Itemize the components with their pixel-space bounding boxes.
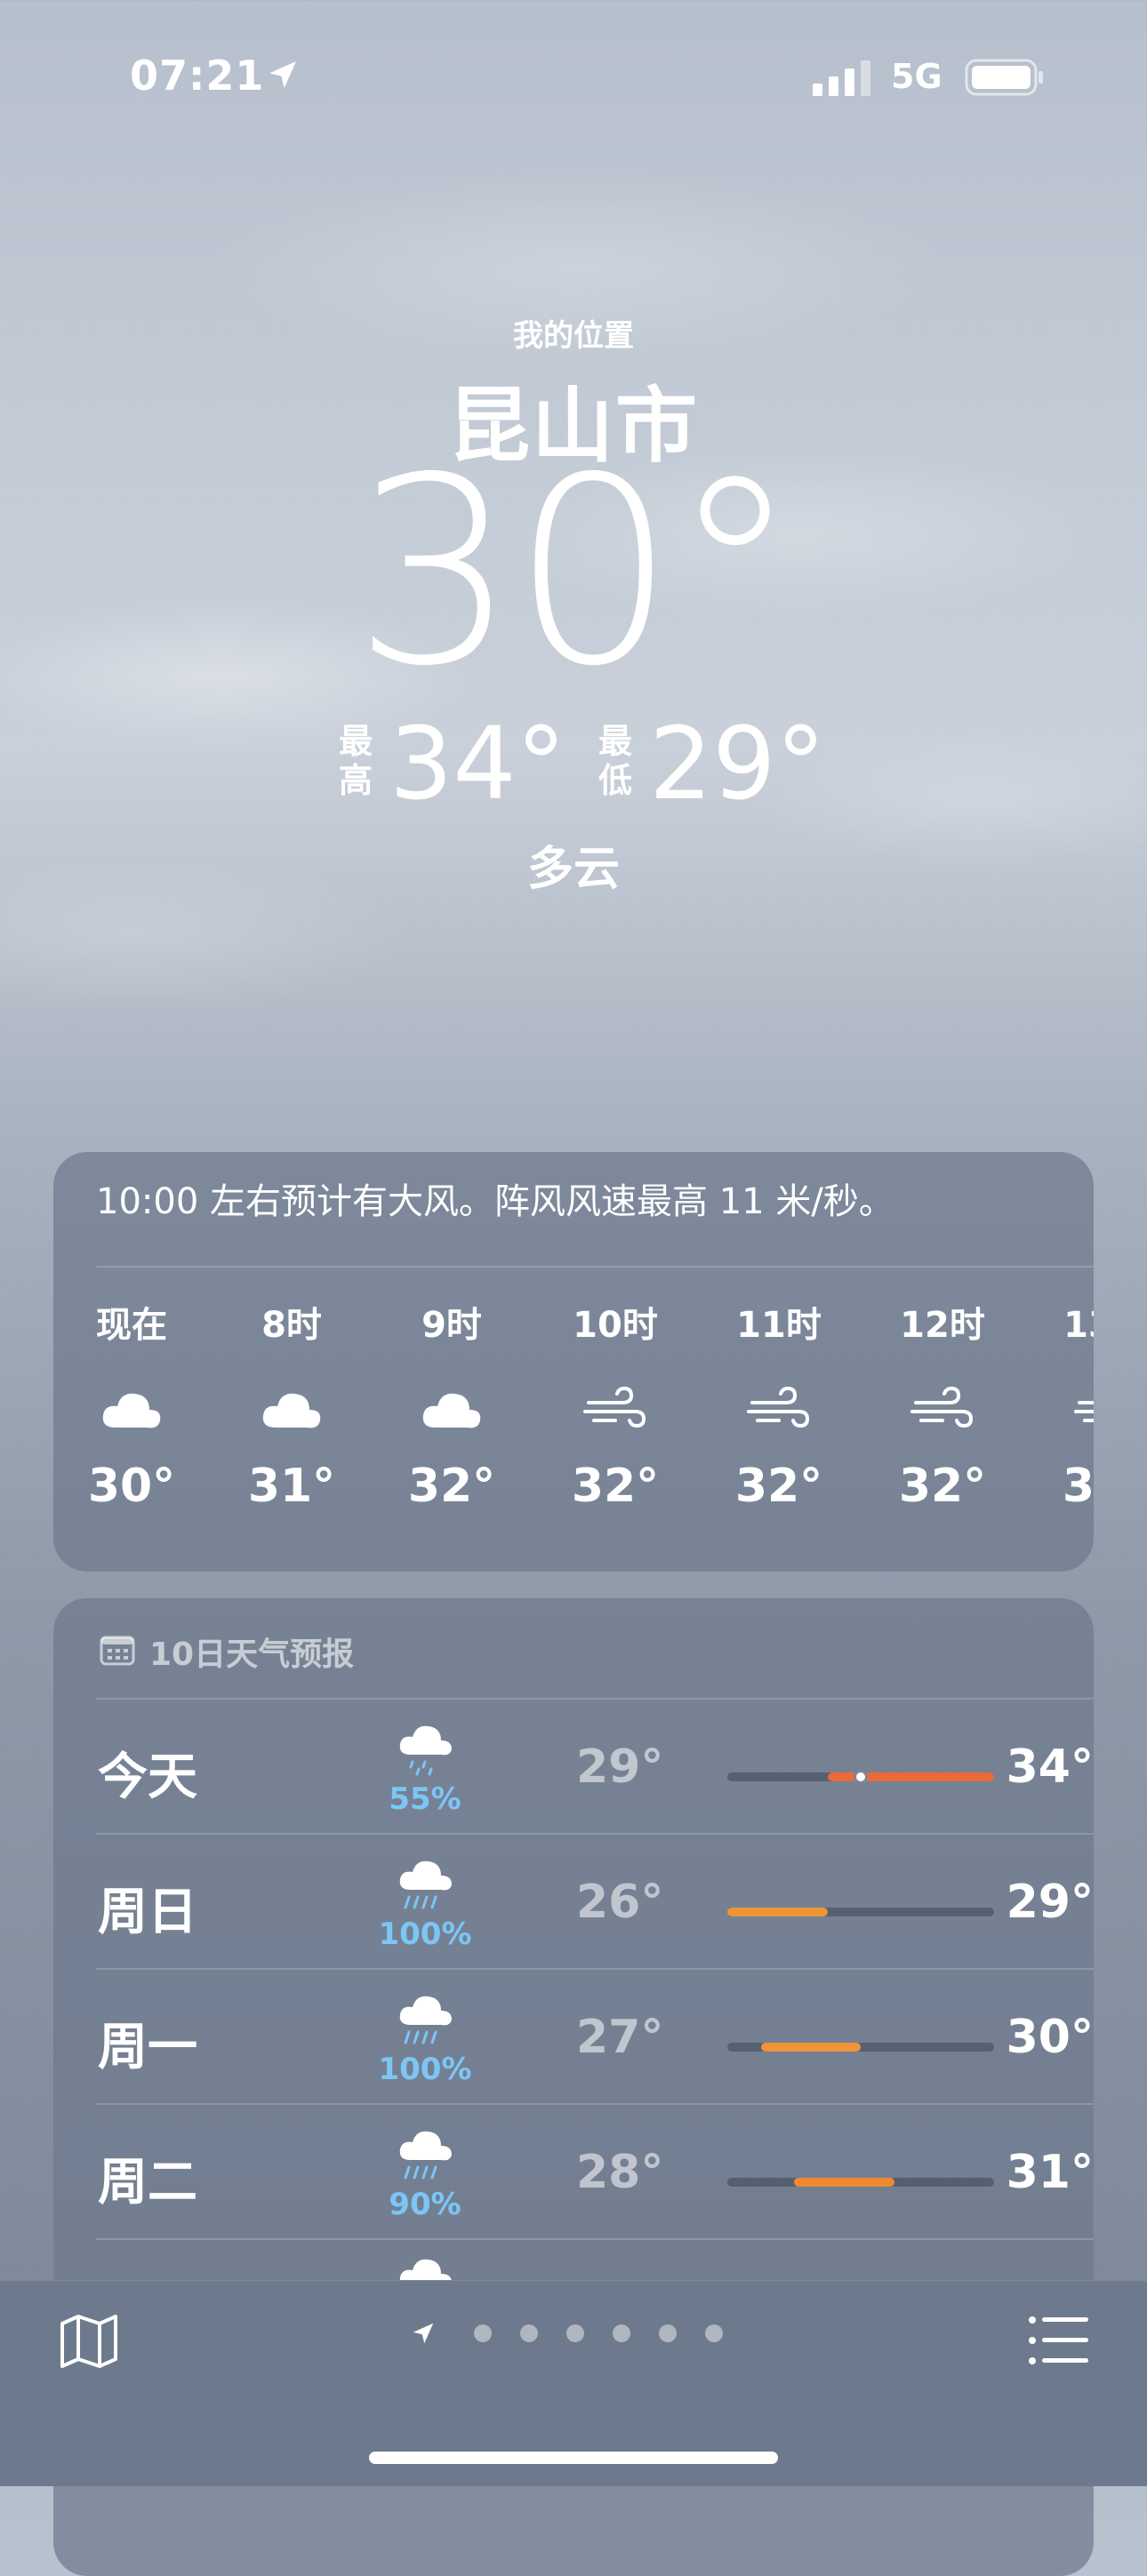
current-temperature: 30°	[352, 423, 799, 723]
hour-temp: 30°	[87, 1460, 176, 1513]
precip-chance: 100%	[378, 1916, 472, 1952]
hour-temp: 32°	[734, 1460, 823, 1513]
day-label: 周二	[98, 2154, 197, 2212]
page-dot[interactable]	[612, 2324, 630, 2342]
low-temp: 29°	[576, 1740, 664, 1794]
location-label: 我的位置	[513, 318, 634, 354]
hour-label: 11时	[736, 1305, 822, 1346]
high-label: 最高	[338, 722, 373, 800]
high-temp: 29°	[1006, 1876, 1094, 1929]
temp-range-bar	[727, 2043, 994, 2052]
calendar-icon	[100, 1636, 135, 1666]
page-dot[interactable]	[565, 2324, 584, 2342]
hour-label: 8时	[261, 1305, 322, 1346]
home-indicator[interactable]	[369, 2452, 778, 2464]
divider	[96, 2238, 1094, 2240]
daily-row[interactable]: 周日 100% 26° 29°	[96, 1835, 1094, 1968]
page-dot[interactable]	[473, 2324, 492, 2342]
daily-row[interactable]: 今天 55% 29° 34°	[96, 1700, 1094, 1833]
hour-temp: 31°	[247, 1460, 336, 1513]
cloud-drizzle-icon	[389, 1719, 457, 1776]
list-icon[interactable]	[1028, 2315, 1088, 2366]
low-temp: 28°	[576, 2146, 664, 2199]
low-label: 最低	[598, 722, 632, 800]
wind-icon	[745, 1383, 813, 1433]
hour-item: 现在 30°	[78, 1296, 185, 1513]
status-time: 07:21	[130, 52, 265, 100]
page-dot[interactable]	[519, 2324, 538, 2342]
high-temp: 30°	[1006, 2011, 1094, 2064]
high-temp: 34°	[389, 707, 566, 822]
temp-range-fill	[827, 1770, 994, 1784]
hour-item: 8时 31°	[238, 1296, 345, 1513]
hour-label: 12时	[900, 1305, 985, 1346]
high-temp: 34°	[1006, 1740, 1094, 1794]
precip-chance: 55%	[389, 1781, 461, 1817]
temp-range-bar	[727, 1908, 994, 1916]
wind-icon	[1072, 1383, 1094, 1433]
hourly-forecast-card[interactable]: 10:00 左右预计有大风。阵风风速最高 11 米/秒。 现在 30° 8时 31° 9…	[53, 1152, 1094, 1572]
day-label: 周一	[98, 2019, 197, 2076]
hour-label: 9时	[421, 1305, 482, 1346]
hour-item: 12时 32°	[889, 1296, 996, 1513]
low-temp: 27°	[576, 2011, 664, 2064]
cloud-rain-icon	[389, 1854, 457, 1911]
precip-chance: 100%	[378, 2052, 472, 2087]
hour-label: 现在	[96, 1305, 167, 1346]
high-temp: 31°	[1006, 2146, 1094, 2199]
temp-range-fill	[794, 2178, 894, 2187]
cloud-icon	[98, 1383, 165, 1433]
current-temp-dot	[854, 1770, 868, 1784]
precip-chance: 90%	[389, 2187, 461, 2222]
hour-item: 9时 32°	[398, 1296, 505, 1513]
low-temp: 26°	[576, 1876, 664, 1929]
low-temp: 29°	[649, 707, 826, 822]
daily-row[interactable]: 周二 90% 28° 31°	[96, 2105, 1094, 2238]
cloud-icon	[418, 1383, 485, 1433]
hour-label: 10时	[573, 1305, 658, 1346]
hour-temp: 32°	[1062, 1460, 1094, 1513]
temp-range-fill	[760, 2043, 861, 2052]
hour-item: 10时 32°	[562, 1296, 669, 1513]
temp-range-bar	[727, 1770, 994, 1784]
page-dot[interactable]	[704, 2324, 723, 2342]
hour-item: 13时 32°	[1053, 1296, 1094, 1513]
cloud-rain-icon	[389, 2124, 457, 2181]
high-low: 最高 34° 最低 29°	[0, 711, 1147, 818]
hour-label: 13时	[1063, 1305, 1094, 1346]
cloud-rain-icon	[389, 1989, 457, 2046]
condition: 多云	[526, 843, 620, 896]
daily-forecast-title: 10日天气预报	[149, 1636, 355, 1673]
hour-temp: 32°	[898, 1460, 987, 1513]
divider	[96, 1266, 1094, 1268]
wind-alert: 10:00 左右预计有大风。阵风风速最高 11 米/秒。	[96, 1181, 894, 1222]
day-label: 周日	[98, 1884, 197, 1941]
network-type: 5G	[891, 57, 942, 96]
hour-item: 11时 32°	[726, 1296, 832, 1513]
cloud-icon	[258, 1383, 325, 1433]
page-indicator[interactable]	[0, 2320, 1147, 2356]
location-arrow-icon	[413, 2323, 434, 2344]
temp-range-bar	[727, 2178, 994, 2187]
hour-temp: 32°	[407, 1460, 496, 1513]
temp-range-fill	[727, 1908, 828, 1916]
location-arrow-icon	[269, 61, 296, 88]
battery-icon	[965, 59, 1043, 96]
page-dot[interactable]	[658, 2324, 677, 2342]
wind-icon	[582, 1383, 649, 1433]
signal-icon	[813, 60, 870, 96]
wind-icon	[909, 1383, 976, 1433]
daily-row[interactable]: 周一 100% 27° 30°	[96, 1970, 1094, 2103]
status-bar: 07:21 5G	[0, 0, 1147, 151]
day-label: 今天	[98, 1748, 197, 1806]
hour-temp: 32°	[571, 1460, 660, 1513]
